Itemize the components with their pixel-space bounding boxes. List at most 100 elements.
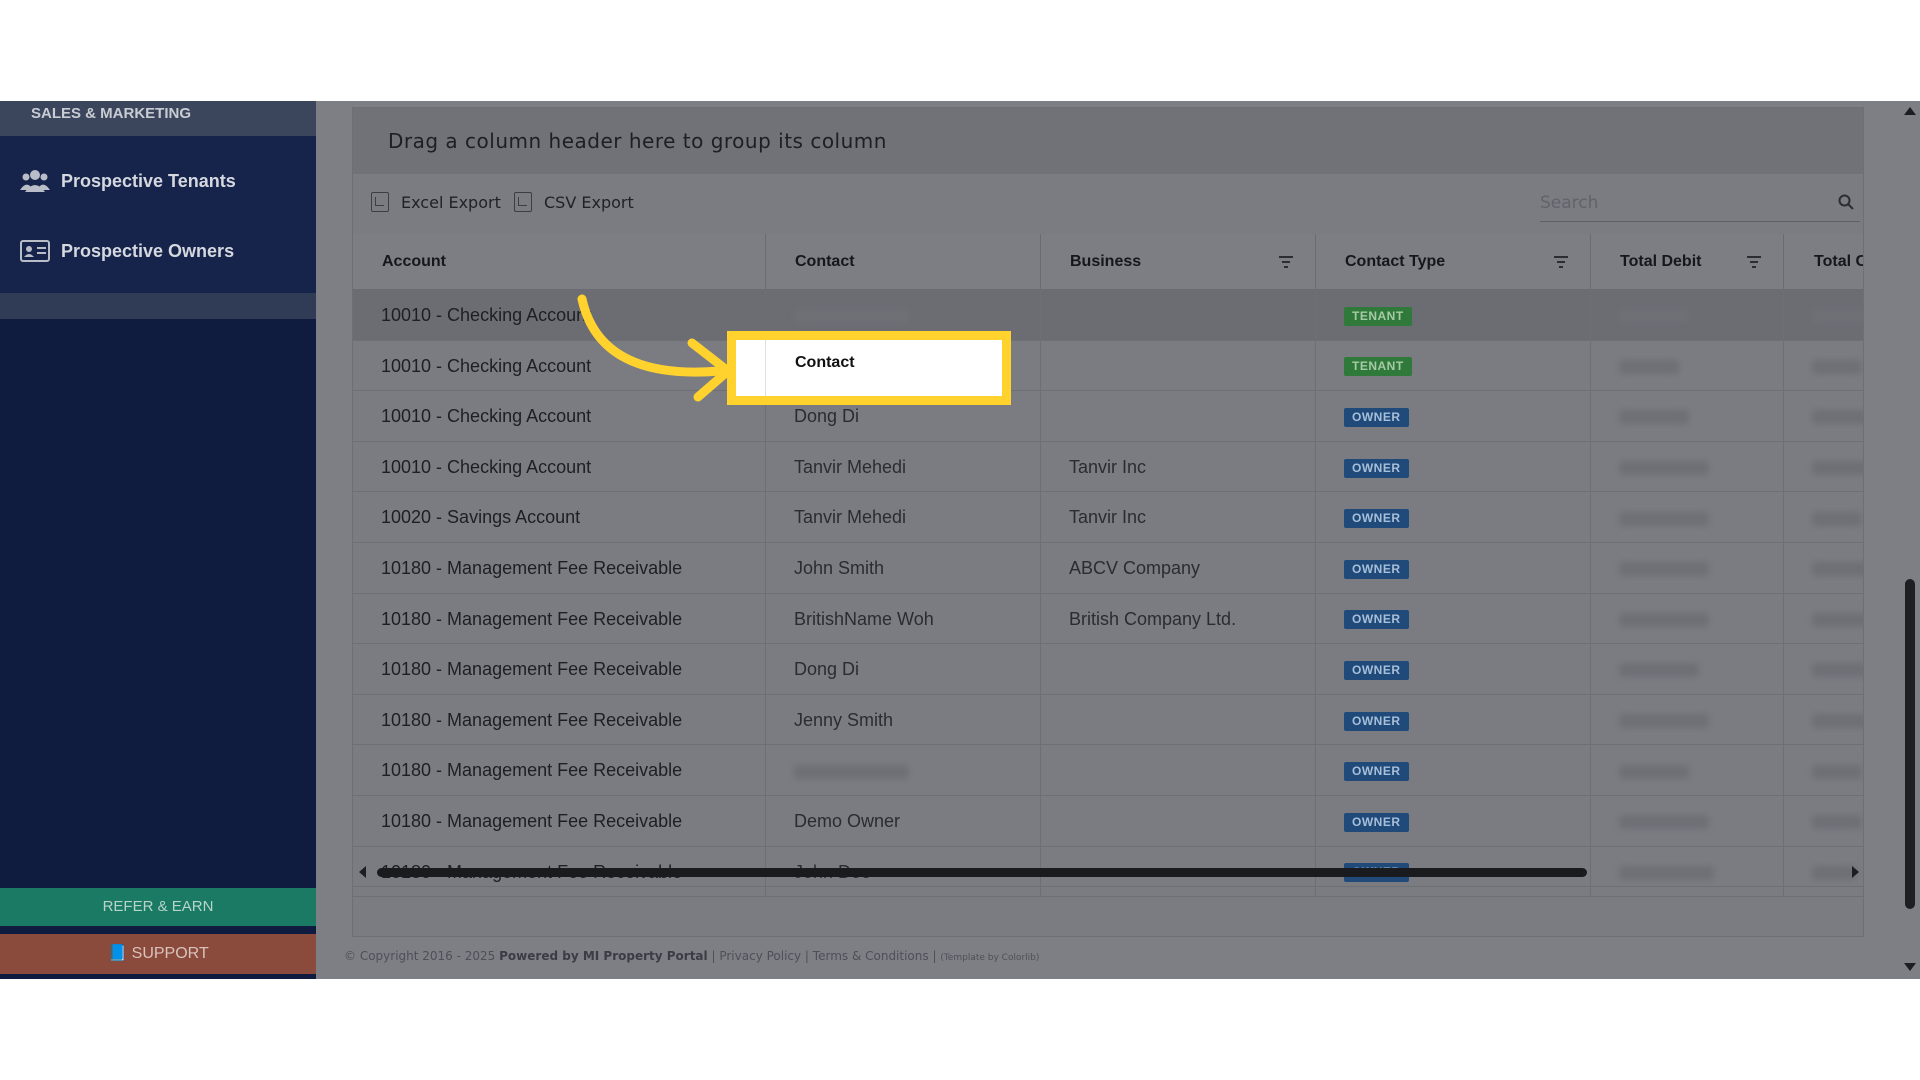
table-row[interactable]: 10180 - Management Fee Receivable John Sm…	[353, 543, 1863, 594]
table-row[interactable]: 10180 - Management Fee Receivable Demo Ow…	[353, 796, 1863, 847]
redacted-value	[1812, 815, 1862, 830]
filter-icon[interactable]	[1554, 256, 1568, 268]
contact-type-badge: OWNER	[1344, 407, 1409, 427]
redacted-value	[1619, 815, 1709, 830]
cell-contact-type: OWNER	[1316, 391, 1591, 442]
support-label: SUPPORT	[131, 945, 209, 962]
redacted-value	[1619, 612, 1709, 627]
column-header-total-credit[interactable]: Total C	[1784, 234, 1864, 290]
search-input[interactable]	[1540, 186, 1820, 220]
cell-total-credit	[1784, 290, 1863, 340]
redacted-value	[1619, 359, 1679, 374]
column-header-total-debit[interactable]: Total Debit	[1591, 234, 1784, 290]
copyright-text: © Copyright 2016 - 2025	[344, 949, 496, 963]
contact-type-badge: OWNER	[1344, 610, 1409, 630]
scroll-right-icon[interactable]	[1851, 866, 1859, 878]
cell-contact: Jenny Smith	[766, 694, 1041, 745]
table-row[interactable]: 10010 - Checking Account Tanvir Mehedi Tan…	[353, 441, 1863, 493]
cell-contact: Demo Owner	[766, 796, 1041, 846]
cell-business	[1041, 340, 1316, 391]
data-grid-panel: Drag a column header here to group its c…	[352, 107, 1864, 937]
table-row[interactable]: 10180 - Management Fee Receivable Jenny S…	[353, 694, 1863, 746]
redacted-value	[1812, 410, 1863, 425]
filter-icon[interactable]	[1279, 256, 1293, 268]
column-header-label: Account	[382, 253, 446, 270]
redacted-value	[1812, 562, 1863, 577]
cell-contact-type: OWNER	[1316, 543, 1591, 593]
scroll-down-icon[interactable]	[1904, 963, 1916, 971]
redacted-value	[1812, 663, 1863, 678]
search-box	[1540, 186, 1860, 222]
callout-contact-label: Contact	[795, 354, 855, 371]
powered-by-link[interactable]: Powered by MI Property Portal	[499, 949, 708, 963]
cell-contact-type: OWNER	[1316, 593, 1591, 644]
scroll-left-icon[interactable]	[359, 866, 367, 878]
cell-contact-type: TENANT	[1316, 290, 1591, 340]
vertical-scrollbar-thumb[interactable]	[1905, 579, 1915, 909]
redacted-value	[1812, 612, 1863, 627]
cell-total-debit	[1591, 745, 1784, 796]
contact-type-badge: OWNER	[1344, 762, 1409, 782]
support-button[interactable]: 📘 SUPPORT	[0, 934, 316, 974]
column-header-label: Contact	[795, 253, 855, 270]
main-content: Drag a column header here to group its c…	[316, 101, 1920, 979]
sidebar-item-prospective-tenants[interactable]: Prospective Tenants	[0, 148, 316, 214]
table-row[interactable]: 10180 - Management Fee Receivable OWNER	[353, 745, 1863, 796]
cell-total-debit	[1591, 543, 1784, 593]
cell-total-credit	[1784, 442, 1863, 492]
cell-total-debit	[1591, 593, 1784, 644]
refer-earn-button[interactable]: REFER & EARN	[0, 888, 316, 926]
cell-total-debit	[1591, 694, 1784, 745]
column-header-label: Contact Type	[1345, 253, 1446, 270]
redacted-value	[1812, 714, 1863, 729]
cell-account: 10180 - Management Fee Receivable	[353, 694, 766, 745]
group-by-drop-area[interactable]: Drag a column header here to group its c…	[353, 108, 1863, 174]
column-header-account[interactable]: Account	[353, 234, 766, 290]
table-row[interactable]: 10180 - Management Fee Receivable Dong Di…	[353, 644, 1863, 695]
cell-total-credit	[1784, 745, 1863, 795]
horizontal-scrollbar[interactable]	[353, 861, 1863, 883]
contact-type-badge: OWNER	[1344, 711, 1409, 731]
arrow-annotation-icon	[577, 294, 733, 402]
sidebar-item-prospective-owners[interactable]: Prospective Owners	[0, 218, 316, 284]
redacted-value	[1812, 461, 1863, 476]
cell-total-debit	[1591, 441, 1784, 492]
search-icon[interactable]	[1838, 194, 1854, 210]
csv-export-button[interactable]: CSV Export	[514, 192, 634, 212]
column-header-contact-type[interactable]: Contact Type	[1316, 234, 1591, 290]
cell-contact-type: OWNER	[1316, 745, 1591, 796]
table-row[interactable]: 10020 - Savings Account Tanvir Mehedi Tanv…	[353, 492, 1863, 543]
cell-account: 10180 - Management Fee Receivable	[353, 745, 766, 796]
cell-account: 10020 - Savings Account	[353, 492, 766, 543]
cell-business: Tanvir Inc	[1041, 441, 1316, 492]
contact-type-badge: OWNER	[1344, 509, 1409, 529]
filter-icon[interactable]	[1747, 256, 1761, 268]
cell-account: 10180 - Management Fee Receivable	[353, 543, 766, 593]
column-header-business[interactable]: Business	[1041, 234, 1316, 290]
column-header-label: Business	[1070, 253, 1142, 270]
redacted-value	[1812, 309, 1863, 324]
column-header-label: Total C	[1814, 253, 1864, 270]
highlighted-contact-header[interactable]	[727, 331, 1011, 405]
cell-business	[1041, 796, 1316, 846]
sidebar: SALES & MARKETING Prospective Tenants Pr…	[0, 101, 316, 979]
table-row[interactable]: 10180 - Management Fee Receivable British…	[353, 593, 1863, 645]
contact-type-badge: OWNER	[1344, 458, 1409, 478]
grid-toolbar: Excel Export CSV Export	[353, 174, 1863, 234]
footer-copyright: © Copyright 2016 - 2025 Powered by MI Pr…	[344, 949, 1039, 963]
redacted-value	[794, 764, 909, 779]
column-header-label: Total Debit	[1620, 253, 1702, 270]
column-header-contact[interactable]: Contact	[766, 234, 1041, 290]
scrollbar-thumb[interactable]	[377, 868, 1587, 877]
scroll-up-icon[interactable]	[1904, 107, 1916, 115]
cell-account: 10010 - Checking Account	[353, 441, 766, 492]
sidebar-item-label: Prospective Owners	[61, 240, 235, 261]
vertical-scrollbar[interactable]	[1900, 101, 1920, 979]
cell-total-credit	[1784, 594, 1863, 644]
footer-links[interactable]: | Privacy Policy | Terms & Conditions |	[711, 949, 936, 963]
excel-export-button[interactable]: Excel Export	[371, 192, 501, 212]
cell-total-debit	[1591, 391, 1784, 442]
cell-total-credit	[1784, 695, 1863, 745]
cell-total-debit	[1591, 492, 1784, 543]
excel-icon	[371, 192, 389, 212]
